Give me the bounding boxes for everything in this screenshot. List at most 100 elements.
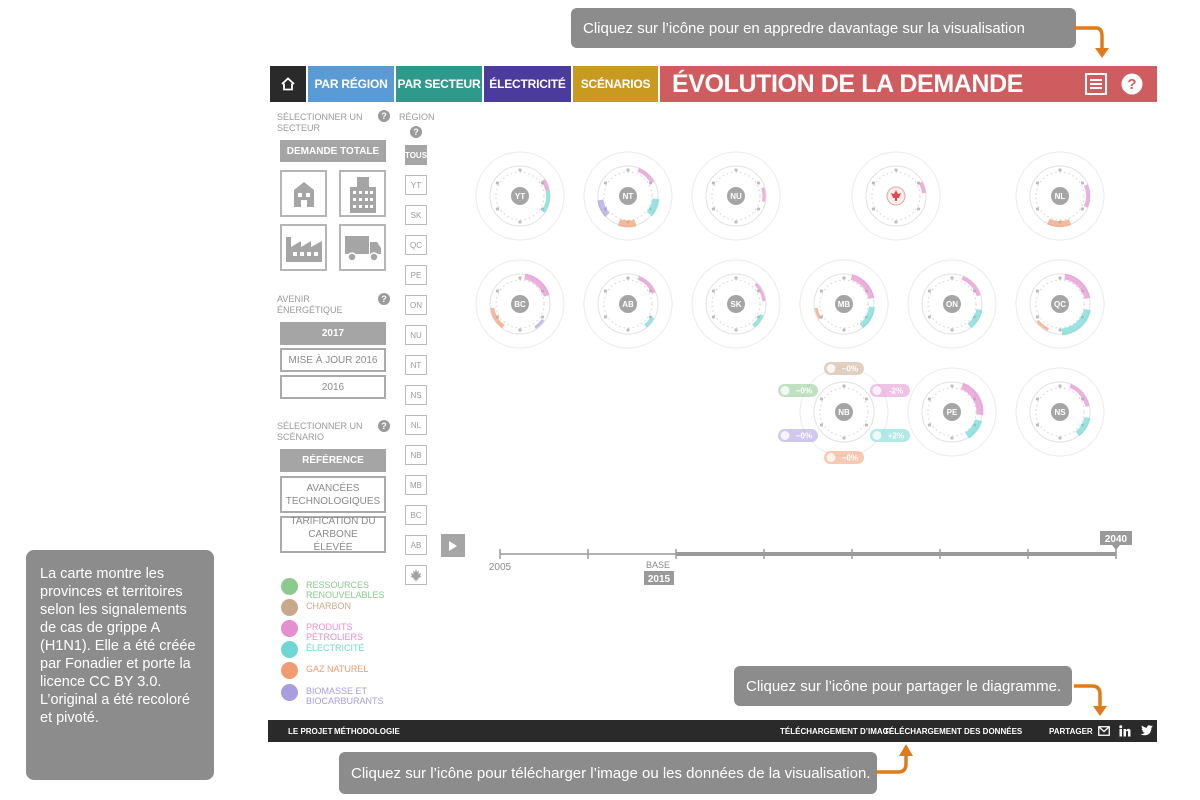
- region-button-tous[interactable]: TOUS: [405, 145, 427, 165]
- scenario-avancees-button[interactable]: AVANCÉES TECHNOLOGIQUES: [280, 476, 386, 513]
- help-icon[interactable]: ?: [1121, 73, 1143, 95]
- region-change-badge: ~0%: [824, 451, 864, 464]
- canada-flag-icon: [410, 569, 422, 582]
- play-button[interactable]: [441, 534, 465, 557]
- legend-item[interactable]: GAZ NATUREL: [281, 662, 406, 679]
- demande-totale-label: DEMANDE TOTALE: [286, 145, 380, 157]
- footer-bar: LE PROJET MÉTHODOLOGIE TÉLÉCHARGEMENT D’…: [268, 720, 1157, 742]
- legend-item[interactable]: PRODUITS PÉTROLIERS: [281, 620, 406, 642]
- footer-link-methodologie[interactable]: MÉTHODOLOGIE: [334, 727, 400, 736]
- legend-swatch-icon: [281, 662, 298, 679]
- scenario-avancees-label: AVANCÉES TECHNOLOGIQUES: [285, 482, 381, 507]
- scenario-help-icon[interactable]: ?: [378, 420, 390, 432]
- demande-totale-button[interactable]: DEMANDE TOTALE: [280, 140, 386, 162]
- region-ring-bc[interactable]: BC: [475, 259, 565, 349]
- region-ring-label: ON: [946, 300, 958, 309]
- footer-link-projet[interactable]: LE PROJET: [288, 727, 332, 736]
- region-ring-label: NU: [730, 192, 742, 201]
- sector-commercial-button[interactable]: [339, 170, 386, 217]
- tab-scenarios[interactable]: SCÉNARIOS: [571, 64, 658, 104]
- region-ring-label: NS: [1054, 408, 1066, 417]
- legend-item[interactable]: CHARBON: [281, 599, 406, 616]
- legend-item[interactable]: ÉLECTRICITÉ: [281, 641, 406, 658]
- region-button-mb[interactable]: MB: [405, 475, 427, 495]
- tab-electricite[interactable]: ÉLECTRICITÉ: [482, 64, 571, 104]
- region-change-value: ~0%: [842, 454, 858, 463]
- tab-par-secteur-label: PAR SECTEUR: [397, 77, 481, 91]
- region-change-value: -2%: [889, 387, 903, 396]
- region-ring-yt[interactable]: YT: [475, 151, 565, 241]
- region-button-pe[interactable]: PE: [405, 265, 427, 285]
- legend-item[interactable]: RESSOURCES RENOUVELABLES: [281, 578, 406, 600]
- region-label: RÉGION: [399, 112, 435, 122]
- region-ring-label: NB: [838, 408, 850, 417]
- avenir-2016-button[interactable]: 2016: [280, 375, 386, 399]
- region-ring-sk[interactable]: SK: [691, 259, 781, 349]
- scenario-reference-button[interactable]: RÉFÉRENCE: [280, 449, 386, 472]
- region-ring-nt[interactable]: NT: [583, 151, 673, 241]
- legend-label: ÉLECTRICITÉ: [306, 643, 365, 653]
- sector-transport-button[interactable]: [339, 224, 386, 271]
- scenario-tarification-button[interactable]: TARIFICATION DU CARBONE ÉLEVÉE: [280, 516, 386, 553]
- region-button-nb[interactable]: NB: [405, 445, 427, 465]
- region-ring-nb[interactable]: NB: [799, 367, 889, 457]
- twitter-icon[interactable]: [1140, 725, 1153, 736]
- tab-scenarios-label: SCÉNARIOS: [580, 77, 651, 91]
- region-button-on[interactable]: ON: [405, 295, 427, 315]
- page-title-area: ÉVOLUTION DE LA DEMANDE ?: [658, 64, 1157, 104]
- home-button[interactable]: [268, 64, 306, 104]
- region-ring-ns[interactable]: NS: [1015, 367, 1105, 457]
- list-icon[interactable]: [1085, 73, 1107, 95]
- sector-help-icon[interactable]: ?: [378, 110, 390, 122]
- region-change-value: ~0%: [796, 432, 812, 441]
- region-button-sk[interactable]: SK: [405, 205, 427, 225]
- region-button-bc[interactable]: BC: [405, 505, 427, 525]
- tab-par-region[interactable]: PAR RÉGION: [306, 64, 394, 104]
- avenir-2017-button[interactable]: 2017: [280, 322, 386, 345]
- legend-swatch-icon: [281, 599, 298, 616]
- region-button-qc[interactable]: QC: [405, 235, 427, 255]
- house-icon: [293, 181, 314, 207]
- avenir-2016-label: 2016: [321, 381, 345, 393]
- legend-item[interactable]: BIOMASSE ET BIOCARBURANTS: [281, 684, 406, 706]
- region-button-nl[interactable]: NL: [405, 415, 427, 435]
- region-button-nt[interactable]: NT: [405, 355, 427, 375]
- region-button-ns[interactable]: NS: [405, 385, 427, 405]
- region-canada-button[interactable]: [405, 565, 427, 585]
- footer-share-label: PARTAGER: [1049, 727, 1093, 736]
- email-icon[interactable]: [1098, 726, 1110, 736]
- avenir-maj-2016-button[interactable]: MISE À JOUR 2016: [280, 348, 386, 372]
- scenario-label: SÉLECTIONNER UN SCÉNARIO: [277, 421, 363, 442]
- tab-electricite-label: ÉLECTRICITÉ: [489, 77, 566, 91]
- linkedin-icon[interactable]: [1119, 725, 1131, 737]
- avenir-2017-label: 2017: [321, 328, 345, 339]
- callout-download: Cliquez sur l’icône pour télécharger l’i…: [339, 752, 877, 794]
- callout-share-text: Cliquez sur l’icône pour partager le dia…: [746, 677, 1062, 695]
- region-help-icon[interactable]: ?: [410, 126, 422, 138]
- tab-par-secteur[interactable]: PAR SECTEUR: [394, 64, 482, 104]
- region-ring-label: BC: [514, 300, 526, 309]
- region-ring-mb[interactable]: MB: [799, 259, 889, 349]
- region-button-yt[interactable]: YT: [405, 175, 427, 195]
- legend-swatch-icon: [281, 620, 298, 637]
- region-ring-nu[interactable]: NU: [691, 151, 781, 241]
- timeline-start-label: 2005: [489, 562, 512, 573]
- region-ring-pe[interactable]: PE: [907, 367, 997, 457]
- region-ring-ab[interactable]: AB: [583, 259, 673, 349]
- region-ring-qc[interactable]: QC: [1015, 259, 1105, 349]
- footer-download-data[interactable]: TÉLÉCHARGEMENT DES DONNÉES: [884, 727, 1022, 736]
- region-button-nu[interactable]: NU: [405, 325, 427, 345]
- legend-label: PRODUITS PÉTROLIERS: [306, 622, 364, 642]
- legend-swatch-icon: [281, 641, 298, 658]
- region-ring-on[interactable]: ON: [907, 259, 997, 349]
- avenir-help-icon[interactable]: ?: [378, 293, 390, 305]
- region-ring-nl[interactable]: NL: [1015, 151, 1105, 241]
- sector-industrial-button[interactable]: [280, 224, 327, 271]
- region-ring-canada[interactable]: [851, 151, 941, 241]
- callout-download-text: Cliquez sur l’icône pour télécharger l’i…: [351, 764, 871, 782]
- region-change-badge: +2%: [870, 429, 910, 442]
- sector-residential-button[interactable]: [280, 170, 327, 217]
- region-button-ab[interactable]: AB: [405, 535, 427, 555]
- footer-download-image[interactable]: TÉLÉCHARGEMENT D’IMAGE: [780, 727, 894, 736]
- timeline-end-label: 2040: [1105, 534, 1128, 545]
